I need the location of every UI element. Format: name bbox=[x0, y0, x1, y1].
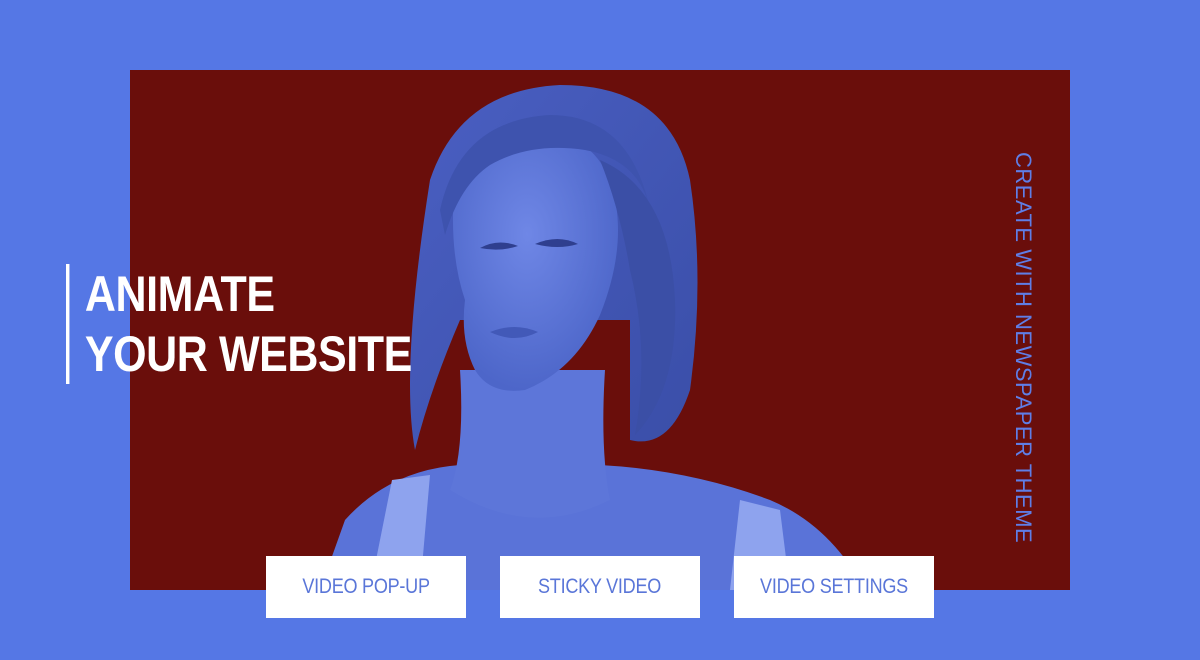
video-popup-button-label: VIDEO POP-UP bbox=[302, 575, 430, 598]
headline-line-2: YOUR WEBSITE bbox=[84, 326, 412, 382]
video-settings-button[interactable]: VIDEO SETTINGS bbox=[734, 556, 934, 618]
video-settings-button-label: VIDEO SETTINGS bbox=[760, 575, 908, 598]
sticky-video-button-label: STICKY VIDEO bbox=[538, 575, 662, 598]
video-feature-buttons: VIDEO POP-UP STICKY VIDEO VIDEO SETTINGS bbox=[266, 556, 934, 618]
headline-line-1: ANIMATE bbox=[84, 266, 275, 322]
sticky-video-button[interactable]: STICKY VIDEO bbox=[500, 556, 700, 618]
video-popup-button[interactable]: VIDEO POP-UP bbox=[266, 556, 466, 618]
hero-headline: ANIMATE YOUR WEBSITE bbox=[66, 264, 412, 384]
vertical-tagline: CREATE WITH NEWSPAPER THEME bbox=[1011, 152, 1036, 544]
